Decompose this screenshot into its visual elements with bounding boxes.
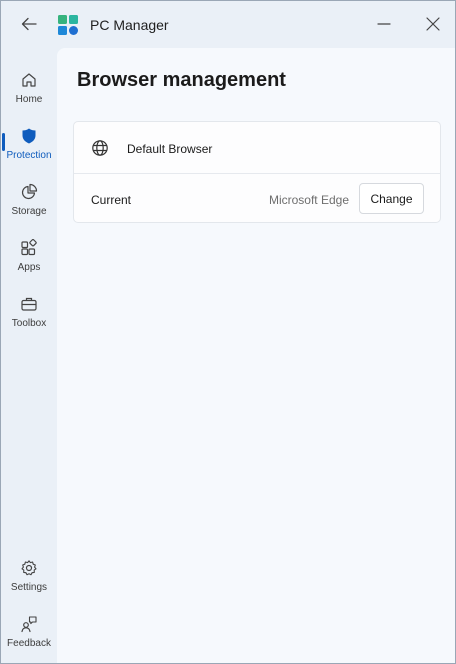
back-button[interactable] bbox=[14, 9, 44, 39]
sidebar-item-label: Protection bbox=[6, 150, 52, 161]
sidebar-item-apps[interactable]: Apps bbox=[1, 231, 57, 279]
feedback-icon bbox=[21, 616, 37, 633]
globe-icon bbox=[92, 140, 108, 156]
shield-icon bbox=[22, 128, 36, 144]
sidebar-item-settings[interactable]: Settings bbox=[1, 551, 57, 599]
sidebar-item-label: Home bbox=[15, 94, 43, 105]
arrow-left-icon bbox=[21, 17, 37, 31]
current-label: Current bbox=[91, 193, 132, 207]
apps-grid-icon bbox=[21, 239, 37, 256]
sidebar-item-label: Apps bbox=[17, 262, 41, 273]
sidebar-item-label: Storage bbox=[11, 206, 47, 217]
app-title: PC Manager bbox=[90, 17, 169, 33]
current-browser-value: Microsoft Edge bbox=[268, 193, 349, 207]
card-title: Default Browser bbox=[127, 142, 213, 156]
minimize-button[interactable] bbox=[369, 9, 399, 39]
sidebar-item-protection[interactable]: Protection bbox=[1, 119, 57, 167]
page-title: Browser management bbox=[77, 69, 286, 91]
close-button[interactable] bbox=[418, 9, 448, 39]
sidebar-item-feedback[interactable]: Feedback bbox=[1, 607, 57, 655]
sidebar-item-toolbox[interactable]: Toolbox bbox=[1, 287, 57, 335]
sidebar-item-label: Feedback bbox=[7, 638, 51, 649]
toolbox-icon bbox=[21, 297, 37, 311]
pie-chart-icon bbox=[21, 183, 38, 200]
sidebar-item-home[interactable]: Home bbox=[1, 63, 57, 111]
close-icon bbox=[426, 17, 440, 31]
sidebar-item-storage[interactable]: Storage bbox=[1, 175, 57, 223]
title-bar: PC Manager bbox=[1, 1, 455, 47]
pc-manager-logo-icon bbox=[58, 15, 78, 35]
default-browser-card: Default Browser Current Microsoft Edge C… bbox=[73, 121, 441, 223]
sidebar-item-label: Toolbox bbox=[11, 318, 47, 329]
main-content: Browser management Default Browser Curre… bbox=[57, 48, 455, 663]
gear-icon bbox=[21, 560, 37, 576]
app-window: PC Manager Home Protection Storage Apps … bbox=[0, 0, 456, 664]
sidebar-nav: Home Protection Storage Apps Toolbox Set… bbox=[1, 49, 57, 663]
active-indicator bbox=[2, 133, 5, 151]
card-header: Default Browser bbox=[74, 122, 440, 174]
sidebar-item-label: Settings bbox=[10, 582, 48, 593]
minimize-icon bbox=[377, 23, 391, 25]
change-button[interactable]: Change bbox=[359, 183, 424, 214]
home-icon bbox=[22, 73, 36, 87]
